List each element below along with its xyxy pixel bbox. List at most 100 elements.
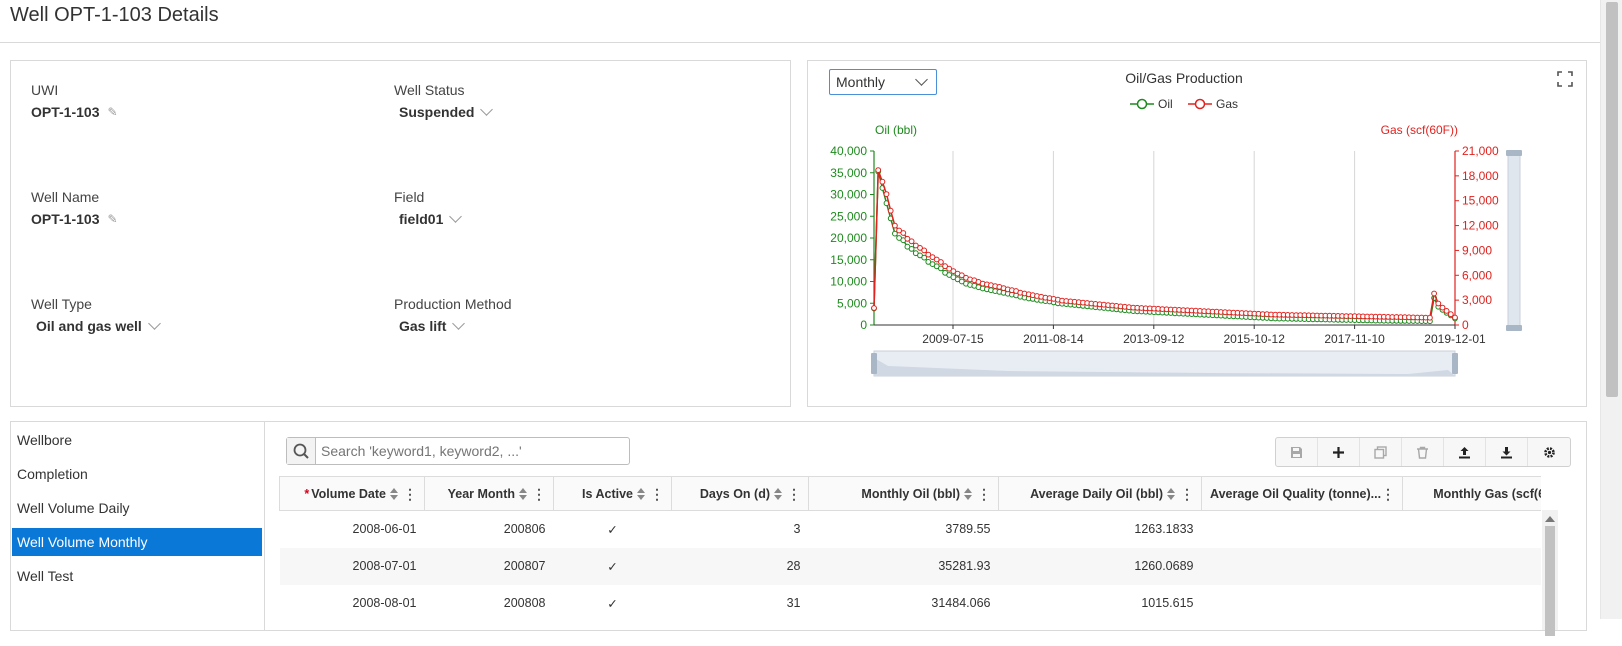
column-menu-icon[interactable]: ⋮ [787,486,801,503]
table-cell[interactable]: 35281.93 [808,547,999,585]
table-cell[interactable]: 1263.1833 [999,511,1202,548]
sidebar-item-well-volume-monthly[interactable]: Well Volume Monthly [12,528,262,556]
table-row[interactable]: 2008-07-01 200807 ✓ 28 35281.93 1260.0689 [279,547,1541,585]
add-icon[interactable] [1318,438,1360,466]
y-left-tick-label: 40,000 [830,144,867,158]
copy-icon[interactable] [1360,438,1402,466]
table-cell[interactable]: 3 [672,511,809,548]
download-icon[interactable] [1486,438,1528,466]
column-menu-icon[interactable]: ⋮ [532,486,546,503]
column-menu-icon[interactable]: ⋮ [403,486,417,503]
page-scrollbar[interactable] [1600,0,1622,619]
search-box[interactable] [286,437,630,465]
prop-well-name-label: Well Name [31,189,100,205]
x-tick-label: 2015-10-12 [1224,332,1286,346]
page-scrollbar-thumb[interactable] [1606,2,1618,397]
table-cell[interactable]: 200806 [425,511,554,548]
delete-icon[interactable] [1402,438,1444,466]
prop-well-status-value[interactable]: Suspended [399,104,474,120]
data-point-gas [1452,314,1458,321]
column-header[interactable]: Average Oil Quality (tonne)... ⋮ [1201,476,1403,511]
sort-icon[interactable] [1167,487,1175,500]
sidebar-item-well-volume-daily[interactable]: Well Volume Daily [12,494,262,522]
column-header[interactable]: Is Active ⋮ [553,476,672,511]
sort-icon[interactable] [637,487,645,500]
column-header[interactable]: Monthly Gas (scf(60⋮ [1402,476,1541,511]
prop-production-method[interactable]: Production Method Gas lift [394,296,512,334]
sidebar-item-completion[interactable]: Completion [12,460,262,488]
table-cell[interactable]: 31 [672,585,809,622]
series-line-gas [873,169,1456,319]
edit-pencil-icon[interactable]: ✎ [107,212,117,226]
chevron-down-icon[interactable] [147,317,161,330]
table-cell[interactable]: 1015.615 [999,585,1202,622]
column-header[interactable]: Days On (d) ⋮ [671,476,809,511]
prop-well-status[interactable]: Well Status Suspended [394,82,494,120]
sort-icon[interactable] [390,487,398,500]
fullscreen-icon[interactable] [1557,71,1573,87]
data-point-gas [883,191,890,198]
legend-gas-marker [1194,98,1206,110]
column-header-label: Average Oil Quality (tonne)... [1210,486,1382,501]
table-cell[interactable] [1403,585,1542,622]
sidebar-item-well-test[interactable]: Well Test [12,562,262,590]
check-icon[interactable]: ✓ [553,547,672,585]
prop-field[interactable]: Field field01 [394,189,463,227]
sort-icon[interactable] [519,487,527,500]
column-menu-icon[interactable]: ⋮ [1381,486,1395,503]
period-select[interactable]: Monthly [829,69,937,95]
sidebar-item-wellbore[interactable]: Wellbore [12,426,262,454]
legend-oil-marker [1136,98,1148,110]
table-row[interactable]: 2008-06-01 200806 ✓ 3 3789.55 1263.1833 [280,511,1542,548]
table-cell[interactable]: 3789.55 [809,511,999,548]
prop-production-method-value[interactable]: Gas lift [399,318,446,334]
prop-well-type-value[interactable]: Oil and gas well [36,318,142,334]
grid-scrollbar-thumb[interactable] [1545,526,1555,636]
table-cell[interactable]: 28 [671,547,809,585]
column-menu-icon[interactable]: ⋮ [977,486,991,503]
search-icon[interactable] [287,438,316,464]
chevron-down-icon[interactable] [452,317,466,330]
column-menu-icon[interactable]: ⋮ [650,486,664,503]
column-header[interactable]: Average Daily Oil (bbl) ⋮ [998,476,1202,511]
sort-icon[interactable] [774,487,782,500]
data-point-gas [1435,300,1442,307]
data-point-gas [879,178,886,185]
check-icon[interactable]: ✓ [554,585,672,622]
data-point-gas [887,207,894,214]
table-cell[interactable]: 1260.0689 [998,547,1202,585]
edit-pencil-icon[interactable]: ✎ [107,105,117,119]
search-input[interactable] [321,441,621,461]
table-row[interactable]: 2008-08-01 200808 ✓ 31 31484.066 1015.615 [280,585,1542,622]
settings-icon[interactable] [1528,438,1570,466]
table-cell[interactable] [1402,547,1541,585]
column-header-label: Year Month [447,486,515,501]
table-cell[interactable]: 200808 [425,585,554,622]
prop-well-status-label: Well Status [394,82,465,98]
table-cell[interactable] [1403,511,1542,548]
table-cell[interactable]: 2008-06-01 [280,511,425,548]
column-menu-icon[interactable]: ⋮ [1180,486,1194,503]
prop-field-value[interactable]: field01 [399,211,443,227]
table-cell[interactable] [1202,585,1403,622]
scroll-up-icon[interactable] [1545,516,1555,522]
table-cell[interactable] [1202,511,1403,548]
table-cell[interactable] [1201,547,1403,585]
grid-scrollbar[interactable] [1542,510,1558,636]
y-right-tick-label: 21,000 [1462,144,1499,158]
table-cell[interactable]: 31484.066 [809,585,999,622]
upload-icon[interactable] [1444,438,1486,466]
column-header[interactable]: * Volume Date ⋮ [279,476,425,511]
prop-well-type[interactable]: Well Type Oil and gas well [31,296,161,334]
sort-icon[interactable] [964,487,972,500]
chevron-down-icon[interactable] [480,103,494,116]
save-icon[interactable] [1276,438,1318,466]
check-icon[interactable]: ✓ [554,511,672,548]
table-cell[interactable]: 2008-07-01 [279,547,425,585]
column-header[interactable]: Monthly Oil (bbl) ⋮ [808,476,999,511]
table-cell[interactable]: 200807 [424,547,554,585]
chevron-down-icon[interactable] [449,210,463,223]
column-header[interactable]: Year Month ⋮ [424,476,554,511]
table-cell[interactable]: 2008-08-01 [280,585,425,622]
x-zoom-handle-right [1452,353,1458,374]
